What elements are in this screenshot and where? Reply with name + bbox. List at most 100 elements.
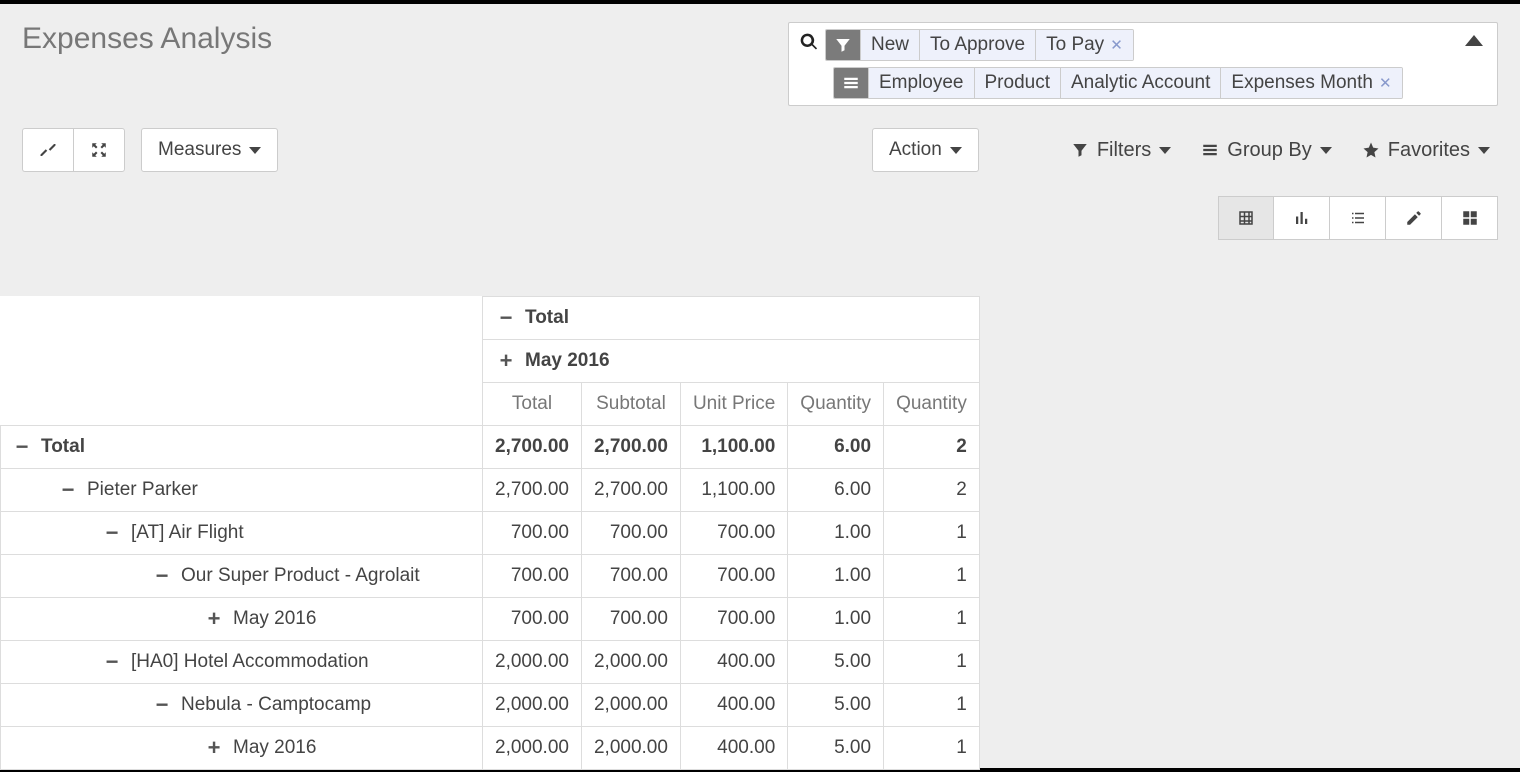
col-header[interactable]: Subtotal — [581, 383, 680, 426]
view-pivot-button[interactable] — [1218, 196, 1274, 240]
pivot-row: −[AT] Air Flight700.00700.00700.001.001 — [1, 512, 980, 555]
cell: 1.00 — [788, 512, 884, 555]
measures-button[interactable]: Measures — [141, 128, 278, 172]
row-header[interactable]: −[AT] Air Flight — [1, 512, 483, 555]
cell: 700.00 — [680, 512, 787, 555]
pivot-table: −Total +May 2016 Total Subtotal Unit Pri… — [0, 296, 980, 770]
cell: 1.00 — [788, 555, 884, 598]
cell: 700.00 — [680, 598, 787, 641]
cell: 2,700.00 — [581, 469, 680, 512]
remove-group-icon[interactable]: ✕ — [1379, 74, 1392, 92]
col-header[interactable]: Unit Price — [680, 383, 787, 426]
star-icon — [1362, 141, 1380, 159]
expand-buttons — [22, 128, 125, 172]
search-panel[interactable]: New To Approve To Pay✕ Employee Product — [788, 22, 1498, 106]
collapse-icon[interactable]: − — [497, 307, 515, 329]
pivot-row: +May 20162,000.002,000.00400.005.001 — [1, 727, 980, 770]
favorites-button[interactable]: Favorites — [1354, 133, 1498, 168]
bars-icon — [1201, 141, 1219, 159]
view-kanban-button[interactable] — [1442, 196, 1498, 240]
group-tag-employee[interactable]: Employee — [868, 68, 974, 98]
collapse-icon[interactable]: − — [13, 436, 31, 458]
cell: 2,000.00 — [581, 641, 680, 684]
group-tag-analytic[interactable]: Analytic Account — [1060, 68, 1220, 98]
cell: 1 — [884, 512, 980, 555]
col-group-header[interactable]: +May 2016 — [483, 340, 980, 383]
row-label: [HA0] Hotel Accommodation — [131, 651, 369, 673]
row-header[interactable]: −Nebula - Camptocamp — [1, 684, 483, 727]
pivot-row: −Our Super Product - Agrolait700.00700.0… — [1, 555, 980, 598]
funnel-icon — [826, 30, 860, 60]
row-header[interactable]: −Our Super Product - Agrolait — [1, 555, 483, 598]
row-header[interactable]: +May 2016 — [1, 598, 483, 641]
bar-chart-icon — [1293, 209, 1311, 227]
cell: 700.00 — [483, 555, 582, 598]
col-header[interactable]: Quantity — [788, 383, 884, 426]
funnel-icon — [1071, 141, 1089, 159]
caret-down-icon — [1159, 147, 1171, 154]
view-list-button[interactable] — [1330, 196, 1386, 240]
expand-icon[interactable]: + — [205, 608, 223, 630]
filter-tag-to-approve[interactable]: To Approve — [919, 30, 1035, 60]
group-tag-product[interactable]: Product — [974, 68, 1060, 98]
collapse-icon[interactable]: − — [103, 522, 121, 544]
row-header[interactable]: +May 2016 — [1, 727, 483, 770]
pivot-corner — [1, 297, 483, 426]
row-label: [AT] Air Flight — [131, 522, 244, 544]
cell: 1 — [884, 727, 980, 770]
remove-filter-icon[interactable]: ✕ — [1110, 36, 1123, 54]
row-header[interactable]: −Total — [1, 426, 483, 469]
cell: 6.00 — [788, 426, 884, 469]
kanban-icon — [1461, 209, 1479, 227]
caret-down-icon — [1478, 147, 1490, 154]
expand-button[interactable] — [22, 128, 73, 172]
cell: 2 — [884, 426, 980, 469]
groupby-facet: Employee Product Analytic Account Expens… — [833, 67, 1403, 99]
fullscreen-button[interactable] — [73, 128, 125, 172]
row-label: Our Super Product - Agrolait — [181, 565, 420, 587]
view-switcher — [1218, 196, 1498, 240]
cell: 6.00 — [788, 469, 884, 512]
collapse-icon[interactable]: − — [153, 565, 171, 587]
cell: 700.00 — [581, 598, 680, 641]
view-form-button[interactable] — [1386, 196, 1442, 240]
view-graph-button[interactable] — [1274, 196, 1330, 240]
col-header[interactable]: Total — [483, 383, 582, 426]
edit-icon — [1405, 209, 1423, 227]
filter-tag-new[interactable]: New — [860, 30, 919, 60]
col-header[interactable]: Quantity — [884, 383, 980, 426]
cell: 400.00 — [680, 684, 787, 727]
filter-facet: New To Approve To Pay✕ — [825, 29, 1134, 61]
row-header[interactable]: −Pieter Parker — [1, 469, 483, 512]
collapse-icon[interactable]: − — [59, 479, 77, 501]
col-total-header[interactable]: −Total — [483, 297, 980, 340]
cell: 1 — [884, 684, 980, 727]
cell: 1,100.00 — [680, 426, 787, 469]
cell: 2,000.00 — [483, 641, 582, 684]
cell: 1 — [884, 641, 980, 684]
cell: 700.00 — [581, 555, 680, 598]
bars-icon — [834, 68, 868, 98]
expand-icon[interactable]: + — [205, 737, 223, 759]
cell: 2,700.00 — [483, 426, 582, 469]
cell: 2,000.00 — [483, 684, 582, 727]
cell: 2,700.00 — [483, 469, 582, 512]
table-icon — [1237, 209, 1255, 227]
cell: 1,100.00 — [680, 469, 787, 512]
cell: 5.00 — [788, 727, 884, 770]
search-expand-icon[interactable] — [1465, 35, 1483, 46]
filter-tag-to-pay[interactable]: To Pay✕ — [1035, 30, 1133, 60]
search-icon[interactable] — [797, 32, 825, 58]
group-tag-month[interactable]: Expenses Month✕ — [1220, 68, 1401, 98]
cell: 700.00 — [483, 598, 582, 641]
cell: 700.00 — [680, 555, 787, 598]
collapse-icon[interactable]: − — [103, 651, 121, 673]
collapse-icon[interactable]: − — [153, 694, 171, 716]
row-header[interactable]: −[HA0] Hotel Accommodation — [1, 641, 483, 684]
list-icon — [1349, 209, 1367, 227]
action-button[interactable]: Action — [872, 128, 979, 172]
groupby-button[interactable]: Group By — [1193, 133, 1339, 168]
filters-button[interactable]: Filters — [1063, 133, 1179, 168]
expand-icon[interactable]: + — [497, 350, 515, 372]
cell: 2,700.00 — [581, 426, 680, 469]
